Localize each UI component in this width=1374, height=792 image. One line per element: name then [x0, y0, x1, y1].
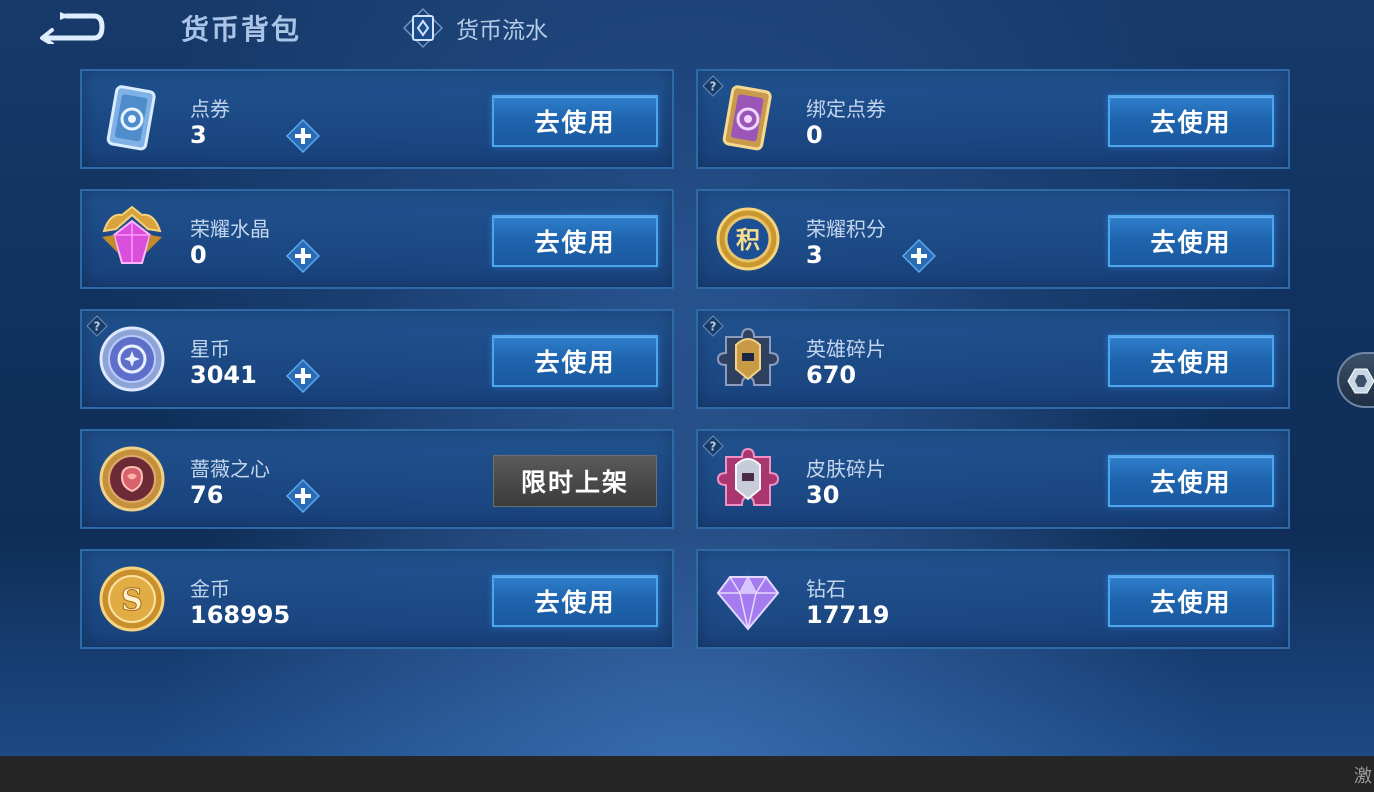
- limited-time-button[interactable]: 限时上架: [493, 455, 657, 507]
- currency-count: 0: [190, 241, 207, 269]
- currency-backpack-screen: 货币背包 货币流水 点券 3 去使用 ? 绑定点券 0 去使用 荣耀水晶 0 去…: [0, 0, 1374, 756]
- use-glory-points-button[interactable]: 去使用: [1108, 215, 1274, 267]
- currency-card-star-coin: ? 星币 3041 去使用: [80, 309, 674, 409]
- back-button[interactable]: [36, 10, 106, 46]
- add-star-coin-button[interactable]: [286, 359, 320, 393]
- rose-heart-icon: [99, 446, 165, 512]
- skin-fragment-icon: [716, 447, 780, 506]
- currency-count: 30: [806, 481, 840, 509]
- svg-text:S: S: [121, 583, 143, 618]
- use-glory-crystal-button[interactable]: 去使用: [492, 215, 658, 267]
- side-panel-handle[interactable]: [1337, 352, 1374, 408]
- currency-count: 0: [806, 121, 823, 149]
- use-bound-coupon-button[interactable]: 去使用: [1108, 95, 1274, 147]
- currency-count: 3041: [190, 361, 257, 389]
- glory-points-icon: 积: [716, 207, 780, 271]
- use-star-coin-button[interactable]: 去使用: [492, 335, 658, 387]
- currency-count: 76: [190, 481, 224, 509]
- currency-card-diamond: 钻石 17719 去使用: [696, 549, 1290, 649]
- tab-currency-flow[interactable]: 货币流水: [402, 7, 548, 49]
- currency-count: 3: [806, 241, 823, 269]
- hexagon-icon: [1347, 368, 1374, 394]
- currency-name: 荣耀积分: [806, 217, 886, 241]
- currency-card-bound-coupon: ? 绑定点券 0 去使用: [696, 69, 1290, 169]
- star-coin-icon: [99, 326, 165, 392]
- currency-name: 荣耀水晶: [190, 217, 270, 241]
- currency-name: 点券: [190, 97, 230, 121]
- currency-count: 17719: [806, 601, 890, 629]
- add-rose-heart-button[interactable]: [286, 479, 320, 513]
- hero-fragment-icon: [716, 327, 780, 386]
- currency-card-glory-crystal: 荣耀水晶 0 去使用: [80, 189, 674, 289]
- currency-count: 3: [190, 121, 207, 149]
- currency-card-gold-coin: S 金币 168995 去使用: [80, 549, 674, 649]
- add-coupon-button[interactable]: [286, 119, 320, 153]
- gold-coin-icon: S: [99, 566, 165, 632]
- currency-name: 绑定点券: [806, 97, 886, 121]
- use-diamond-button[interactable]: 去使用: [1108, 575, 1274, 627]
- diamond-icon: [716, 575, 780, 631]
- currency-card-rose-heart: 蔷薇之心 76 限时上架: [80, 429, 674, 529]
- glory-crystal-icon: [102, 205, 162, 264]
- currency-card-skin-fragment: ? 皮肤碎片 30 去使用: [696, 429, 1290, 529]
- bound-coupon-ticket-icon: [722, 85, 772, 151]
- corner-text: 激: [1354, 766, 1372, 787]
- currency-name: 钻石: [806, 577, 846, 601]
- currency-name: 星币: [190, 337, 230, 361]
- add-glory-crystal-button[interactable]: [286, 239, 320, 273]
- currency-card-coupon: 点券 3 去使用: [80, 69, 674, 169]
- currency-card-glory-points: 积 荣耀积分 3 去使用: [696, 189, 1290, 289]
- currency-flow-icon: [402, 7, 444, 49]
- use-coupon-button[interactable]: 去使用: [492, 95, 658, 147]
- use-gold-coin-button[interactable]: 去使用: [492, 575, 658, 627]
- currency-name: 蔷薇之心: [190, 457, 270, 481]
- page-title: 货币背包: [181, 13, 302, 46]
- add-glory-points-button[interactable]: [902, 239, 936, 273]
- back-arrow-icon: [40, 12, 105, 46]
- currency-name: 金币: [190, 577, 230, 601]
- coupon-ticket-icon: [106, 85, 156, 151]
- tab-currency-flow-label: 货币流水: [456, 18, 548, 44]
- currency-name: 英雄碎片: [806, 337, 886, 361]
- currency-card-hero-fragment: ? 英雄碎片 670 去使用: [696, 309, 1290, 409]
- use-skin-fragment-button[interactable]: 去使用: [1108, 455, 1274, 507]
- bottom-bar: [0, 756, 1374, 792]
- currency-count: 670: [806, 361, 857, 389]
- svg-text:积: 积: [736, 226, 760, 254]
- use-hero-fragment-button[interactable]: 去使用: [1108, 335, 1274, 387]
- currency-count: 168995: [190, 601, 291, 629]
- currency-name: 皮肤碎片: [806, 457, 886, 481]
